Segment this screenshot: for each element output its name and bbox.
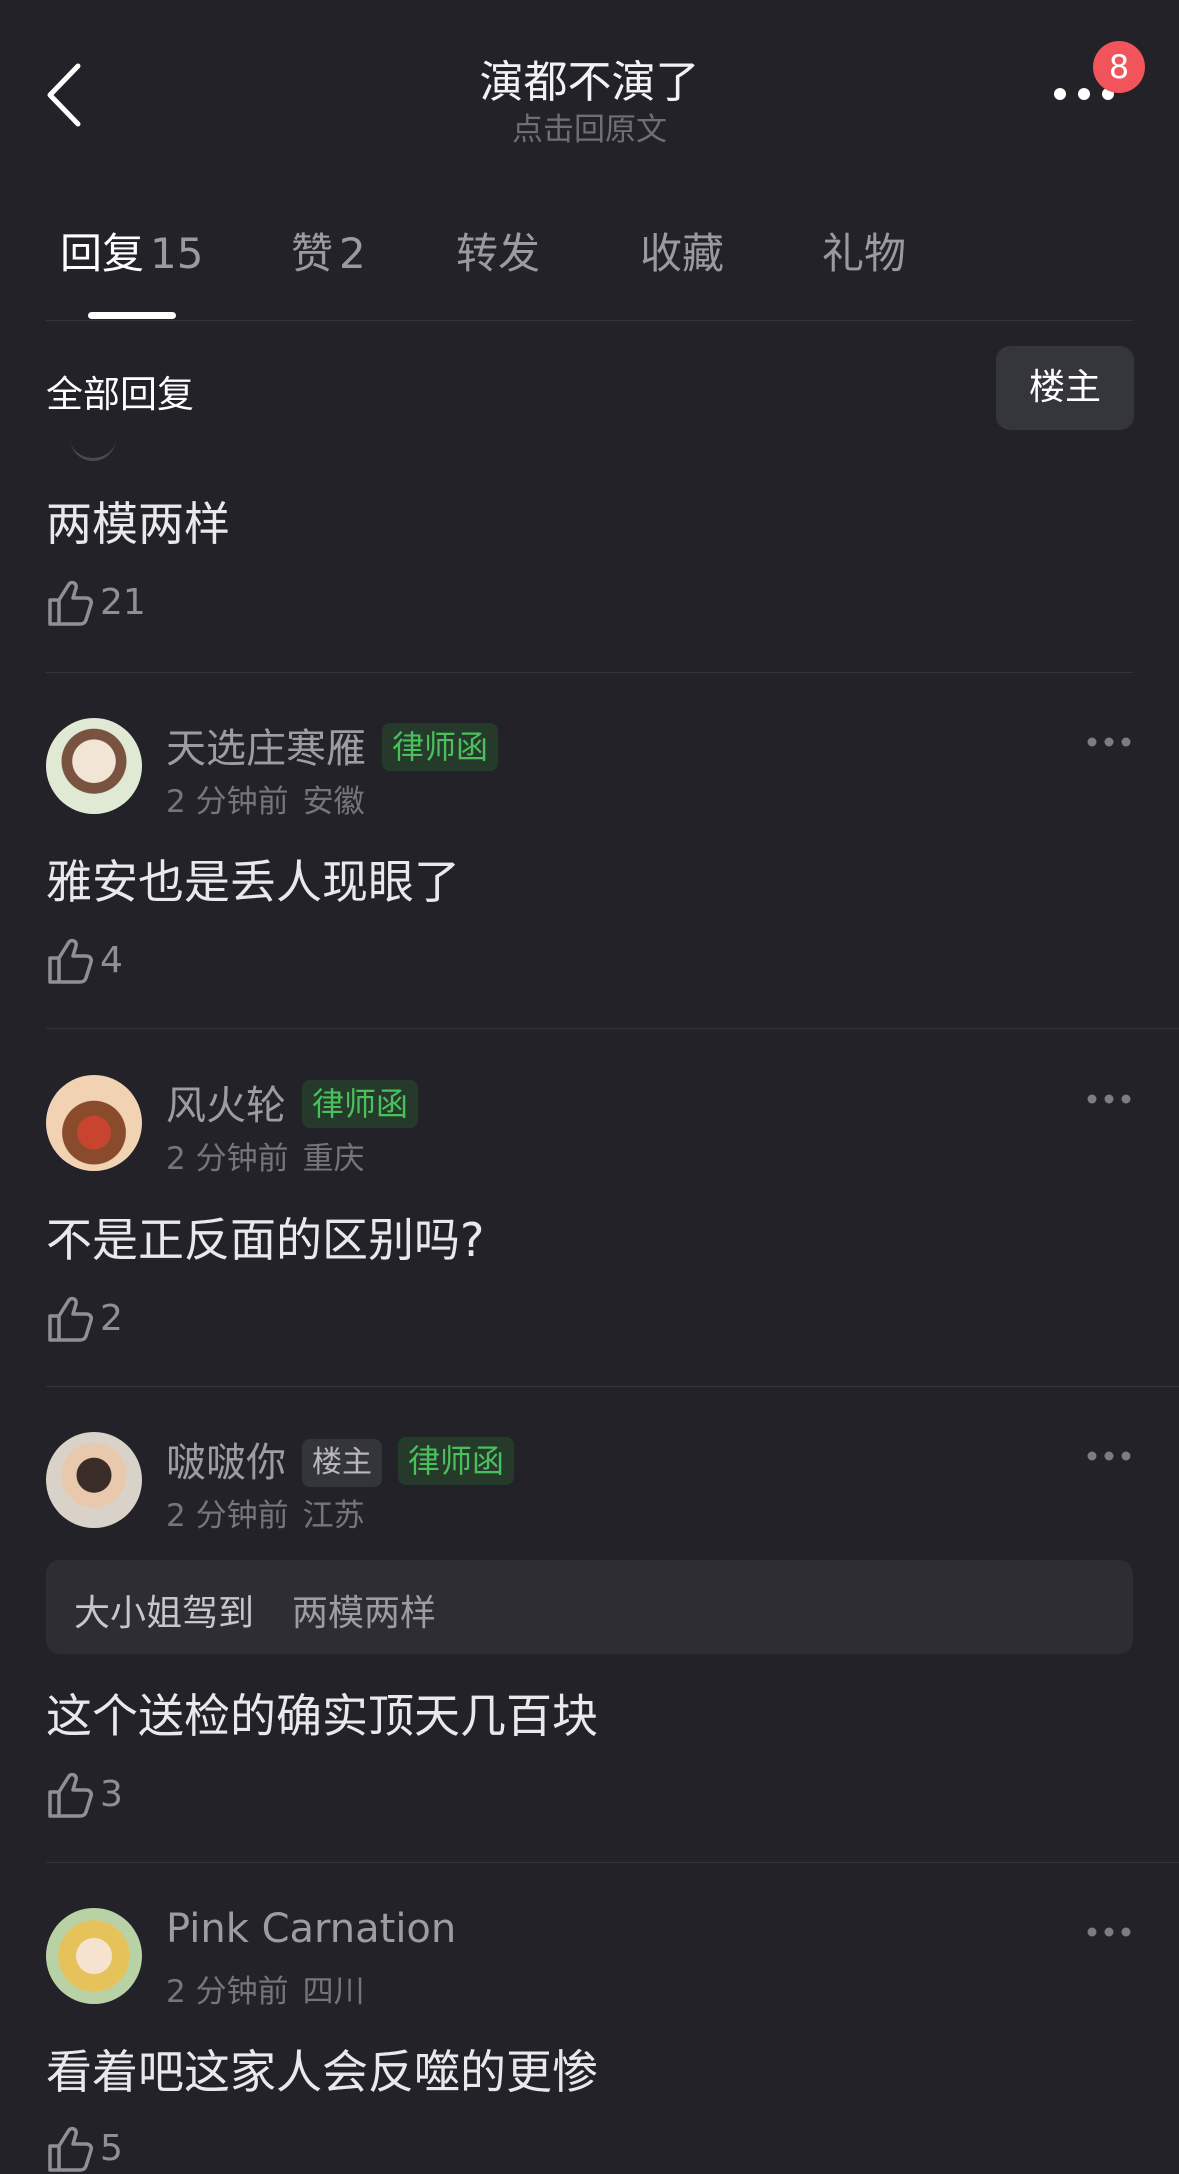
like-count: 5: [100, 2128, 123, 2169]
avatar[interactable]: [46, 1908, 142, 2004]
location: 重庆: [302, 1141, 365, 1177]
tab-label: 回复: [60, 229, 145, 278]
thumbs-up-icon: [48, 1296, 93, 1342]
divider: [46, 320, 1133, 321]
avatar[interactable]: [46, 718, 142, 814]
avatar-edge: [70, 436, 116, 461]
more-icon[interactable]: [1086, 734, 1132, 750]
thumbs-up-icon: [48, 1772, 93, 1818]
tab-replies[interactable]: 回复 15: [60, 220, 203, 281]
tab-reposts[interactable]: 转发: [456, 220, 540, 281]
notification-badge: 8: [1093, 41, 1145, 93]
divider: [46, 1386, 1179, 1387]
username[interactable]: 天选庄寒雁 律师函: [166, 716, 499, 774]
quoted-user: 大小姐驾到: [74, 1593, 255, 1634]
divider: [46, 1862, 1179, 1863]
username[interactable]: Pink Carnation: [166, 1906, 456, 1952]
location: 江苏: [302, 1498, 365, 1534]
active-tab-indicator: [88, 312, 176, 319]
comment-meta: 2 分钟前 江苏: [166, 1490, 365, 1535]
comment-text: 两模两样: [46, 497, 230, 551]
location: 四川: [302, 1974, 365, 2010]
username[interactable]: 风火轮 律师函: [166, 1073, 419, 1131]
like-count: 2: [100, 1298, 123, 1339]
more-icon[interactable]: [1086, 1924, 1132, 1940]
lawyer-letter-tag: 律师函: [382, 723, 499, 771]
like-count: 3: [100, 1774, 123, 1815]
lawyer-letter-tag: 律师函: [302, 1080, 419, 1128]
comment-text: 这个送检的确实顶天几百块: [46, 1689, 598, 1743]
thumbs-up-icon: [48, 938, 93, 984]
location: 安徽: [302, 784, 365, 820]
quoted-reply[interactable]: 大小姐驾到 两模两样: [46, 1560, 1133, 1654]
username-label: 风火轮: [166, 1083, 286, 1129]
comment-text: 雅安也是丢人现眼了: [46, 855, 460, 909]
comment-meta: 2 分钟前 安徽: [166, 776, 365, 821]
comment-meta: 2 分钟前 重庆: [166, 1133, 365, 1178]
timestamp: 2 分钟前: [166, 1141, 289, 1177]
avatar[interactable]: [46, 1432, 142, 1528]
username-label: 啵啵你: [166, 1440, 286, 1486]
tab-label: 转发: [456, 229, 541, 278]
comment-meta: 2 分钟前 四川: [166, 1966, 365, 2011]
tab-label: 收藏: [640, 229, 725, 278]
comment-text: 不是正反面的区别吗?: [46, 1213, 485, 1267]
username[interactable]: 啵啵你 楼主 律师函: [166, 1430, 515, 1488]
thumbs-up-icon: [48, 580, 93, 626]
username-label: 天选庄寒雁: [166, 726, 366, 772]
username-label: Pink Carnation: [166, 1906, 457, 1952]
avatar[interactable]: [46, 1075, 142, 1171]
timestamp: 2 分钟前: [166, 1974, 289, 2010]
divider: [46, 1028, 1179, 1029]
more-icon[interactable]: [1086, 1091, 1132, 1107]
page-title: 演都不演了: [479, 57, 700, 108]
view-original-link[interactable]: 点击回原文: [0, 104, 1179, 149]
host-tag: 楼主: [302, 1439, 382, 1487]
tab-label: 赞: [291, 229, 334, 278]
like-count: 21: [100, 582, 146, 623]
lawyer-letter-tag: 律师函: [398, 1437, 515, 1485]
tab-count: 2: [339, 229, 366, 278]
tab-bar: 回复 15 赞2 转发 收藏 礼物: [0, 220, 1179, 320]
tab-likes[interactable]: 赞2: [291, 220, 366, 281]
tab-label: 礼物: [822, 229, 907, 278]
host-filter-button[interactable]: 楼主: [996, 346, 1134, 430]
more-icon[interactable]: [1086, 1448, 1132, 1464]
top-bar: 演都不演了 点击回原文 8: [0, 0, 1179, 170]
quoted-text: 两模两样: [292, 1593, 437, 1634]
tab-favorites[interactable]: 收藏: [640, 220, 724, 281]
section-title: 全部回复: [46, 373, 194, 416]
tab-gifts[interactable]: 礼物: [822, 220, 906, 281]
tab-count: 15: [150, 229, 204, 278]
comment-text: 看着吧这家人会反噬的更惨: [46, 2045, 598, 2099]
thumbs-up-icon: [48, 2126, 93, 2172]
divider: [46, 672, 1133, 673]
like-count: 4: [100, 940, 123, 981]
timestamp: 2 分钟前: [166, 1498, 289, 1534]
timestamp: 2 分钟前: [166, 784, 289, 820]
